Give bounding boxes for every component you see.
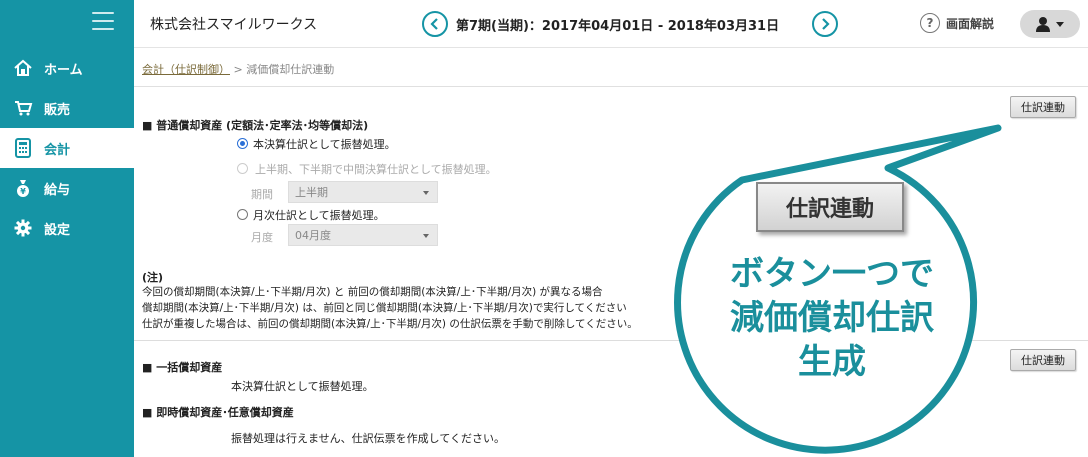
callout-message: ボタン一つで 減価償却仕訳 生成: [694, 252, 970, 384]
section-title-lump-sum-assets: ■ 一括償却資産: [142, 361, 223, 374]
top-header: 株式会社スマイルワークス 第7期(当期)：2017年04月01日 - 2018年…: [134, 0, 1088, 48]
sidebar-item-label: ホーム: [44, 62, 83, 78]
option-monthly-label: 月次仕訳として振替処理。: [253, 209, 385, 222]
note-line-1: 今回の償却期間(本決算/上･下半期/月次) と 前回の償却期間(本決算/上･下半…: [142, 286, 603, 298]
callout-line-2: 減価償却仕訳: [730, 298, 934, 338]
callout-button-illustration: 仕訳連動: [756, 182, 904, 232]
screen-help-link[interactable]: ? 画面解説: [920, 13, 994, 33]
breadcrumb-current: 減価償却仕訳連動: [246, 63, 335, 76]
sidebar-item-home[interactable]: ホーム: [0, 48, 134, 88]
sidebar-item-settings[interactable]: 設定: [0, 208, 134, 248]
radio-year-end[interactable]: [237, 138, 248, 149]
sidebar-item-accounting[interactable]: 会計: [0, 128, 134, 168]
radio-monthly[interactable]: [237, 209, 248, 220]
caret-down-icon: [423, 234, 429, 238]
journal-link-button-2[interactable]: 仕訳連動: [1010, 349, 1076, 371]
fiscal-period: 第7期(当期)：2017年04月01日 - 2018年03月31日: [456, 19, 780, 34]
caret-down-icon: [423, 191, 429, 195]
period-select[interactable]: 上半期: [288, 181, 438, 203]
question-icon: ?: [920, 13, 940, 33]
callout-line-1: ボタン一つで: [730, 254, 934, 294]
option-half-year-label: 上半期、下半期で中間決算仕訳として振替処理。: [255, 163, 497, 176]
menu-toggle-icon[interactable]: [92, 12, 114, 30]
breadcrumb-separator: >: [233, 63, 243, 76]
breadcrumb-parent-link[interactable]: 会計（仕訳制御）: [142, 63, 230, 76]
gear-icon: [12, 217, 34, 239]
divider: [134, 340, 1088, 341]
sidebar-item-sales[interactable]: 販売: [0, 88, 134, 128]
radio-half-year[interactable]: [237, 163, 248, 174]
month-select-value: 04月度: [295, 229, 331, 242]
journal-link-button-1[interactable]: 仕訳連動: [1010, 96, 1076, 118]
svg-text:¥: ¥: [20, 187, 26, 196]
lump-sum-description: 本決算仕訳として振替処理。: [231, 380, 374, 393]
period-select-value: 上半期: [295, 186, 328, 199]
period-label: 期間: [251, 188, 273, 201]
chevron-left-icon: [430, 18, 438, 30]
month-label: 月度: [251, 231, 273, 244]
sidebar-item-label: 会計: [44, 142, 71, 158]
money-bag-icon: ¥: [12, 177, 34, 199]
previous-period-button[interactable]: [422, 11, 448, 37]
user-icon: [1036, 17, 1064, 32]
sidebar-item-payroll[interactable]: ¥ 給与: [0, 168, 134, 208]
next-period-button[interactable]: [812, 11, 838, 37]
option-year-end-label: 本決算仕訳として振替処理。: [253, 138, 396, 151]
note-line-3: 仕訳が重複した場合は、前回の償却期間(本決算/上･下半期/月次) の仕訳伝票を手…: [142, 318, 638, 330]
sidebar: ホーム 販売 会計 ¥ 給与 設定: [0, 0, 134, 457]
chevron-right-icon: [822, 18, 830, 30]
section-title-immediate-assets: ■ 即時償却資産･任意償却資産: [142, 406, 294, 419]
calculator-icon: [12, 137, 34, 159]
note-line-2: 償却期間(本決算/上･下半期/月次) は、前回と同じ償却期間(本決算/上･下半期…: [142, 302, 627, 314]
sidebar-item-label: 設定: [44, 222, 71, 238]
breadcrumb: 会計（仕訳制御） > 減価償却仕訳連動: [142, 61, 334, 77]
company-name: 株式会社スマイルワークス: [150, 17, 318, 33]
sidebar-item-label: 販売: [44, 102, 71, 118]
divider: [134, 86, 1088, 87]
user-menu-button[interactable]: [1020, 10, 1080, 38]
section-title-regular-depreciation: ■ 普通償却資産 (定額法･定率法･均等償却法): [142, 119, 369, 132]
month-select[interactable]: 04月度: [288, 224, 438, 246]
note-heading: (注): [142, 271, 164, 284]
cart-icon: [12, 97, 34, 119]
callout-line-3: 生成: [798, 342, 866, 382]
home-icon: [12, 57, 34, 79]
sidebar-item-label: 給与: [44, 182, 71, 198]
immediate-assets-description: 振替処理は行えません、仕訳伝票を作成してください。: [231, 432, 506, 445]
help-label: 画面解説: [946, 16, 995, 31]
